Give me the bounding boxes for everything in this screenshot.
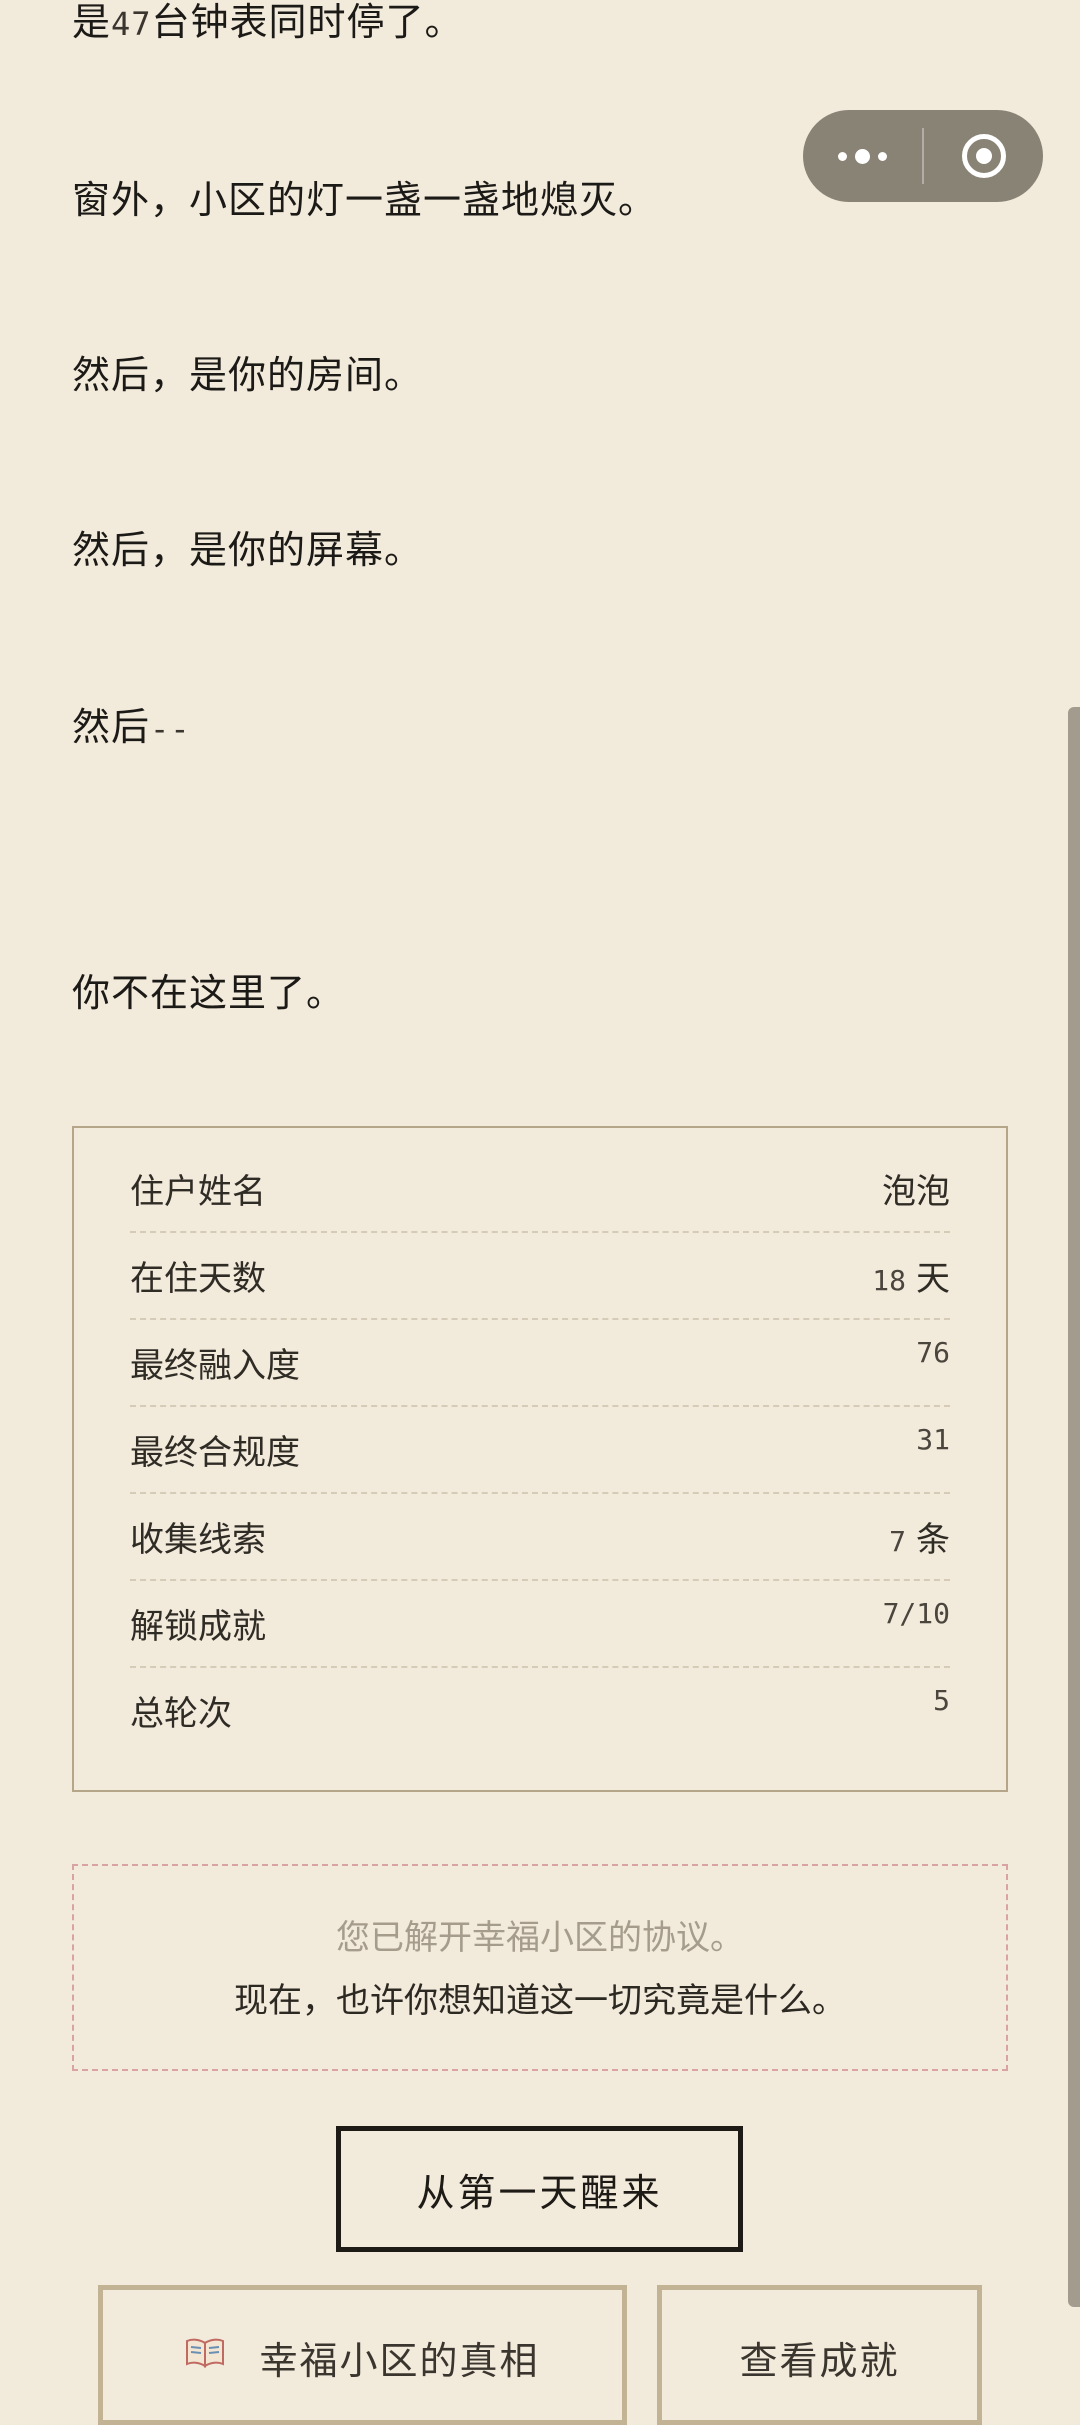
miniprogram-capsule (803, 110, 1043, 202)
story-line-clocks: 是47台钟表同时停了。 (72, 0, 464, 50)
stat-label: 总轮次 (130, 1694, 232, 1734)
stat-label: 解锁成就 (130, 1607, 266, 1647)
story-text-fragment: 是 (72, 0, 112, 44)
stat-label: 最终合规度 (130, 1433, 300, 1473)
stat-value: 31 (916, 1423, 950, 1456)
stat-value: 76 (916, 1336, 950, 1369)
story-line-lights: 窗外，小区的灯一盏一盏地熄灭。 (72, 178, 658, 222)
view-achievements-button[interactable]: 查看成就 (657, 2285, 982, 2425)
stat-label: 最终融入度 (130, 1346, 300, 1386)
achievements-button-label: 查看成就 (739, 2339, 900, 2383)
stat-label: 收集线索 (130, 1520, 266, 1560)
resident-name: 泡泡 (882, 1172, 950, 1212)
more-dots-icon (838, 148, 887, 164)
protocol-note-prompt: 现在，也许你想知道这一切究竟是什么。 (234, 1981, 846, 2021)
restart-button-label: 从第一天醒来 (416, 2170, 663, 2215)
stat-row-integration: 最终融入度 76 (130, 1320, 950, 1407)
story-line-screen: 然后，是你的屏幕。 (72, 528, 424, 572)
stat-value: 7/10 (882, 1597, 950, 1630)
stat-row-compliance: 最终合规度 31 (130, 1407, 950, 1494)
story-text-fragment: 台钟表同时停了。 (151, 0, 464, 44)
truth-button[interactable]: 幸福小区的真相 (98, 2285, 627, 2425)
open-book-icon (186, 2338, 225, 2368)
story-dash: -- (150, 710, 191, 748)
story-line-room: 然后，是你的房间。 (72, 353, 424, 397)
scrollbar[interactable] (1068, 707, 1080, 2307)
stat-label: 在住天数 (130, 1259, 266, 1299)
truth-button-label: 幸福小区的真相 (259, 2339, 540, 2383)
stat-label: 住户姓名 (130, 1172, 266, 1212)
stat-row-name: 住户姓名 泡泡 (130, 1146, 950, 1233)
clock-count: 47 (111, 5, 152, 43)
stat-unit: 条 (916, 1520, 950, 1560)
stat-value: 5 (933, 1684, 950, 1717)
stat-row-clues: 收集线索 7条 (130, 1494, 950, 1581)
stat-value: 18 (872, 1264, 906, 1297)
close-miniprogram-button[interactable] (924, 110, 1043, 202)
stat-unit: 天 (916, 1259, 950, 1299)
stat-row-days: 在住天数 18 天 (130, 1233, 950, 1320)
stat-value: 7 (889, 1525, 906, 1558)
protocol-note: 您已解开幸福小区的协议。 现在，也许你想知道这一切究竟是什么。 (72, 1864, 1008, 2071)
restart-day-one-button[interactable]: 从第一天醒来 (336, 2126, 743, 2252)
stat-row-rounds: 总轮次 5 (130, 1668, 950, 1753)
stat-row-achievements: 解锁成就 7/10 (130, 1581, 950, 1668)
story-line-gone: 你不在这里了。 (72, 971, 346, 1015)
story-text-fragment: 然后 (72, 705, 151, 749)
more-menu-button[interactable] (803, 110, 922, 202)
resident-stats-card: 住户姓名 泡泡 在住天数 18 天 最终融入度 76 最终合规度 31 收集线索 … (72, 1126, 1008, 1792)
protocol-note-status: 您已解开幸福小区的协议。 (336, 1918, 744, 1958)
target-circle-icon (961, 134, 1006, 178)
story-line-then: 然后-- (72, 701, 191, 755)
